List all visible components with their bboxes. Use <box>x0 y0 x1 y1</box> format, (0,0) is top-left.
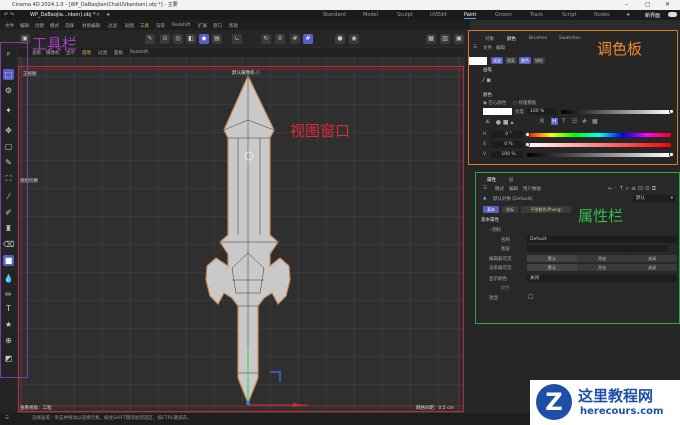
menu-item[interactable]: 渲染 <box>156 23 165 29</box>
menu-item[interactable]: 扩展 <box>198 23 207 29</box>
layout-sculpt[interactable]: Sculpt <box>397 12 413 18</box>
menu-item[interactable]: Redshift <box>172 23 190 28</box>
menu-item[interactable]: 材质编辑 <box>82 23 100 29</box>
toggle-switch[interactable] <box>668 12 677 17</box>
render-view-icon[interactable]: ▥ <box>440 34 450 44</box>
new-tab-button[interactable]: + <box>106 12 110 18</box>
palette-annotation: 调色板 <box>597 38 642 59</box>
film-icon[interactable]: ▦ <box>426 34 436 44</box>
title-bar: Cinema 4D 2024.1.0 - [WP_DaBaoJian(ChaiU… <box>0 0 680 10</box>
point-mode-icon[interactable]: ⊙ <box>160 34 170 44</box>
picture-viewer-icon[interactable]: ▣ <box>454 34 464 44</box>
menu-bar: 文件 编辑 创建 模式 选择 材质编辑 过滤 贴图 工具 渲染 Redshift… <box>0 20 470 30</box>
maximize-button[interactable]: ▢ <box>645 0 651 10</box>
menu-item[interactable]: 工具 <box>140 23 149 29</box>
attributes-highlight-box <box>475 172 680 324</box>
viewport-menu: 查看 摄像机 显示 选项 过滤 面板 Redshift <box>18 48 464 57</box>
layout-standard[interactable]: Standard <box>323 12 346 18</box>
watermark-url: herecours.com <box>580 406 663 417</box>
snap-icon[interactable]: ↻ <box>261 34 271 44</box>
close-button[interactable]: ✕ <box>665 0 670 10</box>
grid-icon[interactable]: # <box>290 34 300 44</box>
layout-model[interactable]: Model <box>363 12 378 18</box>
palette-highlight-box <box>468 30 678 165</box>
menu-icon[interactable]: ☰ <box>5 413 9 425</box>
undo-icon[interactable]: ↶ ↷ <box>4 12 14 18</box>
viewport-annotation: 视图窗口 <box>290 120 350 141</box>
add-layout-button[interactable]: + <box>626 12 630 18</box>
edge-mode-icon[interactable]: ◎ <box>173 34 183 44</box>
viewport-menu-item[interactable]: Redshift <box>130 50 148 55</box>
texture-icon[interactable]: ▤ <box>212 34 222 44</box>
new-layout-button[interactable]: 新界面 <box>645 12 660 19</box>
menu-item[interactable]: 模式 <box>50 23 59 29</box>
menu-item[interactable]: 文件 <box>5 23 14 29</box>
layout-paint[interactable]: Paint <box>464 12 476 19</box>
uv-mode-icon[interactable]: ◆ <box>199 34 209 44</box>
menu-item[interactable]: 创建 <box>35 23 44 29</box>
layout-groom[interactable]: Groom <box>495 12 512 18</box>
grid-snap-icon[interactable]: # <box>303 34 313 44</box>
attributes-annotation: 属性栏 <box>578 205 623 226</box>
layout-script[interactable]: Script <box>562 12 577 18</box>
toolbar-annotation: 工具栏 <box>32 33 77 54</box>
watermark-logo: Z <box>536 384 572 420</box>
status-text: 选择画笔：单击并拖动以选择元素。按住SHIFT键添加到选区，按CTRL键减去。 <box>32 416 191 421</box>
menu-item[interactable]: 贴图 <box>125 23 134 29</box>
layout-track[interactable]: Track <box>530 12 543 18</box>
tab-bar: ↶ ↷ WP_DaBaoJia...nben).obj * × + Standa… <box>0 10 680 20</box>
layout-nodes[interactable]: Nodes <box>594 12 610 18</box>
axis-icon[interactable]: ∟ <box>232 34 242 44</box>
viewport-menu-item[interactable]: 面板 <box>114 50 123 56</box>
viewport-highlight-box <box>18 66 464 412</box>
polygon-mode-icon[interactable]: ◧ <box>186 34 196 44</box>
window-title: Cinema 4D 2024.1.0 - [WP_DaBaoJian(ChaiU… <box>12 2 178 8</box>
document-tab[interactable]: WP_DaBaoJia...nben).obj * <box>30 12 95 18</box>
menu-item[interactable]: 窗口 <box>213 23 222 29</box>
menu-item[interactable]: 选择 <box>65 23 74 29</box>
close-tab-icon[interactable]: × <box>96 12 100 18</box>
brush-icon[interactable]: ✎ <box>145 34 155 44</box>
layout-uvedit[interactable]: UVEdit <box>430 12 447 18</box>
render-icon[interactable]: ● <box>335 34 345 44</box>
viewport-menu-item[interactable]: 选项 <box>82 50 91 56</box>
menu-item[interactable]: 过滤 <box>108 23 117 29</box>
watermark-title: 这里教程网 <box>578 385 653 406</box>
menu-item[interactable]: 编辑 <box>20 23 29 29</box>
minimize-button[interactable]: – <box>625 0 628 10</box>
watermark: Z 这里教程网 herecours.com <box>530 380 680 425</box>
render-settings-icon[interactable]: ◉ <box>349 34 359 44</box>
lock-icon[interactable]: ŏ <box>275 34 285 44</box>
menu-item[interactable]: 帮助 <box>229 23 238 29</box>
viewport-menu-item[interactable]: 过滤 <box>98 50 107 56</box>
